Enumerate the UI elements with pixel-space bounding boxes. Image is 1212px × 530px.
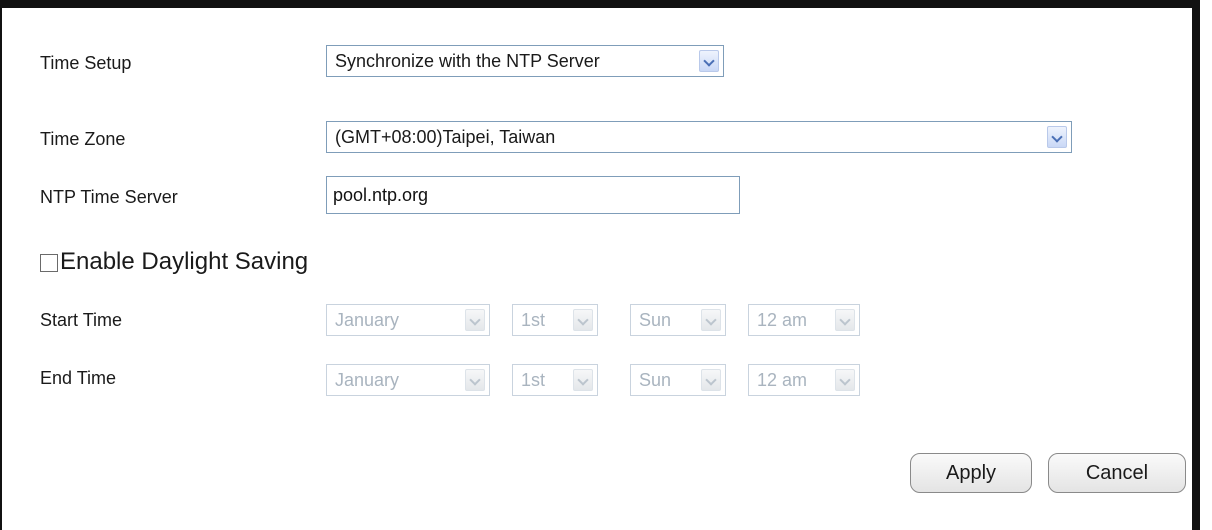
start-time-label: Start Time	[40, 310, 123, 330]
end-hour-select[interactable]: 12 am	[748, 364, 860, 396]
daylight-saving-label: Enable Daylight Saving	[60, 248, 309, 275]
chevron-down-icon[interactable]	[701, 369, 721, 391]
start-day-value: 1st	[521, 310, 546, 330]
chevron-down-icon[interactable]	[835, 309, 855, 331]
chevron-down-icon[interactable]	[699, 50, 719, 72]
time-zone-label: Time Zone	[40, 129, 126, 149]
start-weekday-select[interactable]: Sun	[630, 304, 726, 336]
start-day-select[interactable]: 1st	[512, 304, 598, 336]
time-setup-value: Synchronize with the NTP Server	[335, 51, 600, 71]
chevron-down-icon[interactable]	[1047, 126, 1067, 148]
end-hour-value: 12 am	[757, 370, 808, 390]
chevron-down-icon[interactable]	[835, 369, 855, 391]
chevron-down-icon[interactable]	[573, 309, 593, 331]
end-weekday-select[interactable]: Sun	[630, 364, 726, 396]
settings-panel: Time Setup Synchronize with the NTP Serv…	[0, 0, 1200, 530]
end-day-value: 1st	[521, 370, 546, 390]
chevron-down-icon[interactable]	[701, 309, 721, 331]
start-hour-select[interactable]: 12 am	[748, 304, 860, 336]
chevron-down-icon[interactable]	[465, 309, 485, 331]
time-zone-value: (GMT+08:00)Taipei, Taiwan	[335, 127, 556, 147]
start-weekday-value: Sun	[639, 310, 672, 330]
time-setup-label: Time Setup	[40, 53, 132, 73]
apply-button[interactable]: Apply	[910, 453, 1032, 493]
end-day-select[interactable]: 1st	[512, 364, 598, 396]
ntp-server-label: NTP Time Server	[40, 187, 178, 207]
ntp-server-input[interactable]: pool.ntp.org	[326, 176, 740, 214]
time-setup-select[interactable]: Synchronize with the NTP Server	[326, 45, 724, 77]
end-time-label: End Time	[40, 368, 117, 388]
end-month-value: January	[335, 370, 400, 390]
start-month-select[interactable]: January	[326, 304, 490, 336]
chevron-down-icon[interactable]	[465, 369, 485, 391]
end-weekday-value: Sun	[639, 370, 672, 390]
end-month-select[interactable]: January	[326, 364, 490, 396]
start-hour-value: 12 am	[757, 310, 808, 330]
time-zone-select[interactable]: (GMT+08:00)Taipei, Taiwan	[326, 121, 1072, 153]
cancel-button[interactable]: Cancel	[1048, 453, 1186, 493]
start-month-value: January	[335, 310, 400, 330]
chevron-down-icon[interactable]	[573, 369, 593, 391]
daylight-saving-checkbox[interactable]	[40, 254, 58, 272]
